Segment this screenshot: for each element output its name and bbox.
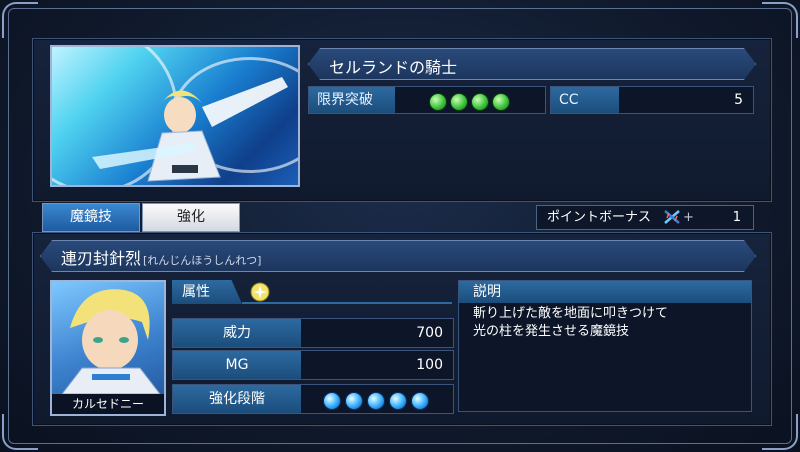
limit-break-field: 限界突破 [308, 86, 546, 114]
limit-break-gem-icon [471, 92, 489, 111]
point-bonus-plus: + [683, 210, 694, 225]
enhance-level-orbs [323, 390, 433, 410]
point-bonus-label: ポイントボーナス [547, 210, 652, 225]
description-box: 説明 斬り上げた敵を地面に叩きつけて 光の柱を発生させる魔鏡技 [458, 280, 752, 412]
limit-break-gems [429, 91, 513, 111]
limit-break-label: 限界突破 [309, 87, 395, 113]
limit-break-gem-icon [450, 92, 468, 111]
knight-figure [92, 77, 288, 182]
stat-mg-label: MG [173, 351, 301, 379]
card-title: セルランドの騎士 [329, 58, 458, 77]
skill-title: 連刃封針烈 [れんじんほうしんれつ] [61, 245, 261, 269]
stat-enhance-level: 強化段階 [172, 384, 454, 414]
frame-corner-ornament [762, 2, 798, 38]
tab-magic-mirror-skill[interactable]: 魔鏡技 [42, 203, 140, 232]
stat-power: 威力 700 [172, 318, 454, 348]
description-header: 説明 [459, 281, 751, 303]
attribute-label: 属性 [172, 280, 242, 304]
point-bonus-value: 1 [732, 210, 741, 225]
cc-value: 5 [734, 92, 743, 108]
stat-mg: MG 100 [172, 350, 454, 380]
limit-break-gem-icon [492, 92, 510, 111]
cc-label: CC [551, 87, 619, 113]
point-bonus-box: ポイントボーナス + 1 [536, 205, 754, 230]
enhance-level-label: 強化段階 [173, 385, 301, 413]
stat-power-value: 700 [416, 325, 443, 341]
cc-field: CC 5 [550, 86, 754, 114]
tab-enhance[interactable]: 強化 [142, 203, 240, 232]
light-element-icon [250, 282, 270, 302]
enhance-orb-icon [345, 391, 363, 410]
limit-break-gem-icon [429, 92, 447, 111]
skill-title-bar: 連刃封針烈 [れんじんほうしんれつ] [40, 240, 756, 272]
stat-power-label: 威力 [173, 319, 301, 347]
skill-name: 連刃封針烈 [61, 249, 142, 268]
skill-reading: [れんじんほうしんれつ] [143, 254, 262, 267]
sword-cross-icon [664, 210, 680, 224]
frame-corner-ornament [2, 2, 38, 38]
attribute-row: 属性 [172, 280, 452, 304]
attribute-underline [242, 302, 452, 304]
character-name: カルセドニー [52, 394, 164, 414]
enhance-orb-icon [323, 391, 341, 410]
card-illustration [50, 45, 300, 187]
enhance-orb-icon [367, 391, 385, 410]
description-text: 斬り上げた敵を地面に叩きつけて 光の柱を発生させる魔鏡技 [473, 306, 669, 339]
enhance-orb-icon [411, 391, 429, 410]
stat-mg-value: 100 [416, 357, 443, 373]
enhance-orb-icon [389, 391, 407, 410]
character-face [61, 289, 161, 394]
character-portrait: カルセドニー [50, 280, 166, 416]
card-title-bar: セルランドの騎士 [308, 48, 756, 80]
